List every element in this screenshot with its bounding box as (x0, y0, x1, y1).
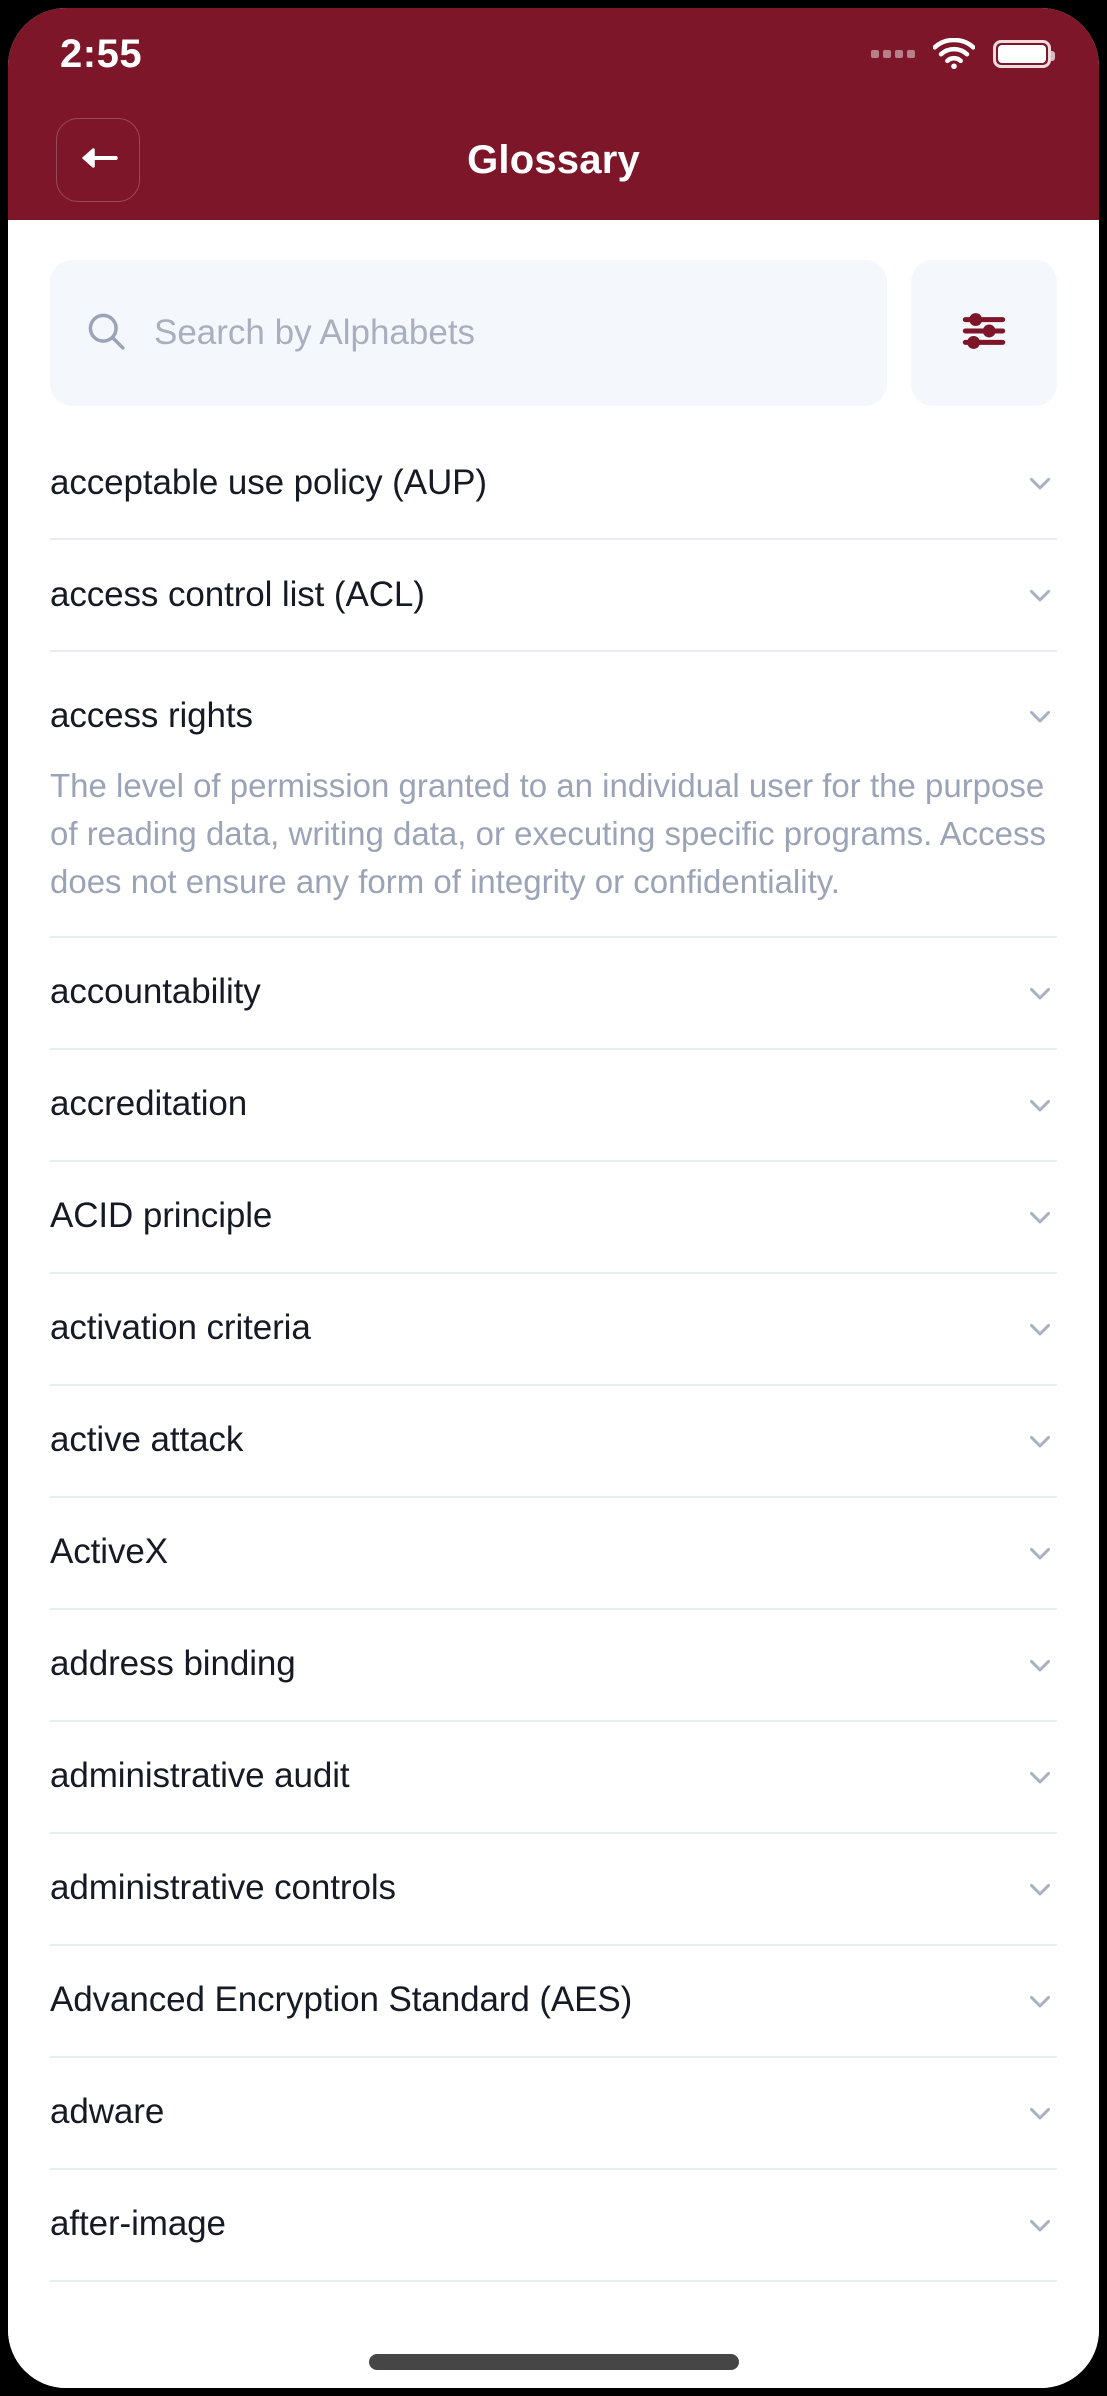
status-bar: 2:55 (8, 8, 1099, 100)
glossary-item-toggle[interactable]: after-image (50, 2170, 1057, 2280)
app-header: 2:55 Glossary (8, 8, 1099, 220)
chevron-down-icon[interactable] (1023, 1872, 1057, 1906)
glossary-item-toggle[interactable]: ACID principle (50, 1162, 1057, 1272)
chevron-down-icon[interactable] (1023, 1424, 1057, 1458)
arrow-left-icon (77, 143, 119, 178)
glossary-term: administrative controls (50, 1868, 396, 1908)
glossary-term: access control list (ACL) (50, 574, 425, 614)
glossary-term: ACID principle (50, 1196, 273, 1236)
glossary-item: after-image (50, 2170, 1057, 2282)
filter-button[interactable] (911, 260, 1057, 406)
chevron-down-icon[interactable] (1023, 1648, 1057, 1682)
glossary-item: accountability (50, 938, 1057, 1050)
glossary-item: administrative audit (50, 1722, 1057, 1834)
glossary-item-toggle[interactable]: active attack (50, 1386, 1057, 1496)
chevron-down-icon[interactable] (1023, 1536, 1057, 1570)
search-input[interactable] (154, 313, 853, 353)
glossary-item-toggle[interactable]: administrative audit (50, 1722, 1057, 1832)
filter-sliders-icon (957, 304, 1011, 363)
glossary-term: access rights (50, 695, 253, 735)
chevron-down-icon[interactable] (1023, 976, 1057, 1010)
glossary-item: address binding (50, 1610, 1057, 1722)
search-row (8, 220, 1099, 428)
signal-dots-icon (871, 50, 915, 58)
status-bar-clock: 2:55 (60, 32, 143, 76)
glossary-item-toggle[interactable]: address binding (50, 1610, 1057, 1720)
back-button[interactable] (56, 118, 140, 202)
glossary-term: active attack (50, 1420, 244, 1460)
glossary-item: Advanced Encryption Standard (AES) (50, 1946, 1057, 2058)
phone-frame: 2:55 Glossary Search by Alphabets accept… (0, 0, 1107, 2396)
app-screen: 2:55 Glossary Search by Alphabets accept… (8, 8, 1099, 2388)
home-indicator[interactable] (368, 2354, 739, 2370)
chevron-down-icon[interactable] (1023, 2096, 1057, 2130)
glossary-item-toggle[interactable]: administrative controls (50, 1834, 1057, 1944)
glossary-item: ActiveX (50, 1498, 1057, 1610)
chevron-down-icon[interactable] (1023, 1200, 1057, 1234)
glossary-item-toggle[interactable]: acceptable use policy (AUP) (50, 428, 1057, 538)
glossary-term: after-image (50, 2204, 226, 2244)
glossary-item-toggle[interactable]: access control list (ACL) (50, 540, 1057, 650)
glossary-term: activation criteria (50, 1308, 311, 1348)
glossary-item-toggle[interactable]: adware (50, 2058, 1057, 2168)
glossary-term: administrative audit (50, 1756, 350, 1796)
status-bar-icons (871, 38, 1055, 70)
glossary-item: administrative controls (50, 1834, 1057, 1946)
glossary-item-toggle[interactable]: accountability (50, 938, 1057, 1048)
chevron-down-icon[interactable] (1023, 2208, 1057, 2242)
navigation-bar: Glossary (8, 100, 1099, 220)
wifi-icon (933, 38, 975, 70)
glossary-item: accreditation (50, 1050, 1057, 1162)
glossary-term: address binding (50, 1644, 296, 1684)
glossary-item-toggle[interactable]: activation criteria (50, 1274, 1057, 1384)
chevron-down-icon[interactable] (1023, 578, 1057, 612)
chevron-down-icon[interactable] (1023, 699, 1057, 733)
glossary-list: acceptable use policy (AUP) access contro… (8, 428, 1099, 2388)
chevron-down-icon[interactable] (1023, 1760, 1057, 1794)
glossary-term: acceptable use policy (AUP) (50, 462, 487, 502)
glossary-term: accountability (50, 972, 261, 1012)
glossary-item-toggle[interactable]: accreditation (50, 1050, 1057, 1160)
glossary-term: accreditation (50, 1084, 248, 1124)
page-body: acceptable use policy (AUP) access contro… (8, 220, 1099, 2388)
glossary-term: adware (50, 2092, 165, 2132)
glossary-item: acceptable use policy (AUP) (50, 428, 1057, 540)
battery-full-icon (993, 40, 1055, 68)
glossary-item-toggle[interactable]: ActiveX (50, 1498, 1057, 1608)
glossary-item-toggle[interactable]: Advanced Encryption Standard (AES) (50, 1946, 1057, 2056)
glossary-item: active attack (50, 1386, 1057, 1498)
page-title: Glossary (467, 137, 640, 182)
search-field-wrapper[interactable] (50, 260, 887, 406)
chevron-down-icon[interactable] (1023, 1984, 1057, 2018)
glossary-term: Advanced Encryption Standard (AES) (50, 1980, 633, 2020)
glossary-item: ACID principle (50, 1162, 1057, 1274)
glossary-item: adware (50, 2058, 1057, 2170)
glossary-item: access rights The level of permission gra… (50, 652, 1057, 938)
glossary-definition: The level of permission granted to an in… (50, 767, 1047, 900)
glossary-item-toggle[interactable]: access rights (50, 652, 1057, 762)
glossary-item: activation criteria (50, 1274, 1057, 1386)
chevron-down-icon[interactable] (1023, 1312, 1057, 1346)
glossary-term: ActiveX (50, 1532, 168, 1572)
glossary-item: access control list (ACL) (50, 540, 1057, 652)
chevron-down-icon[interactable] (1023, 1088, 1057, 1122)
chevron-down-icon[interactable] (1023, 466, 1057, 500)
search-icon (84, 309, 128, 358)
